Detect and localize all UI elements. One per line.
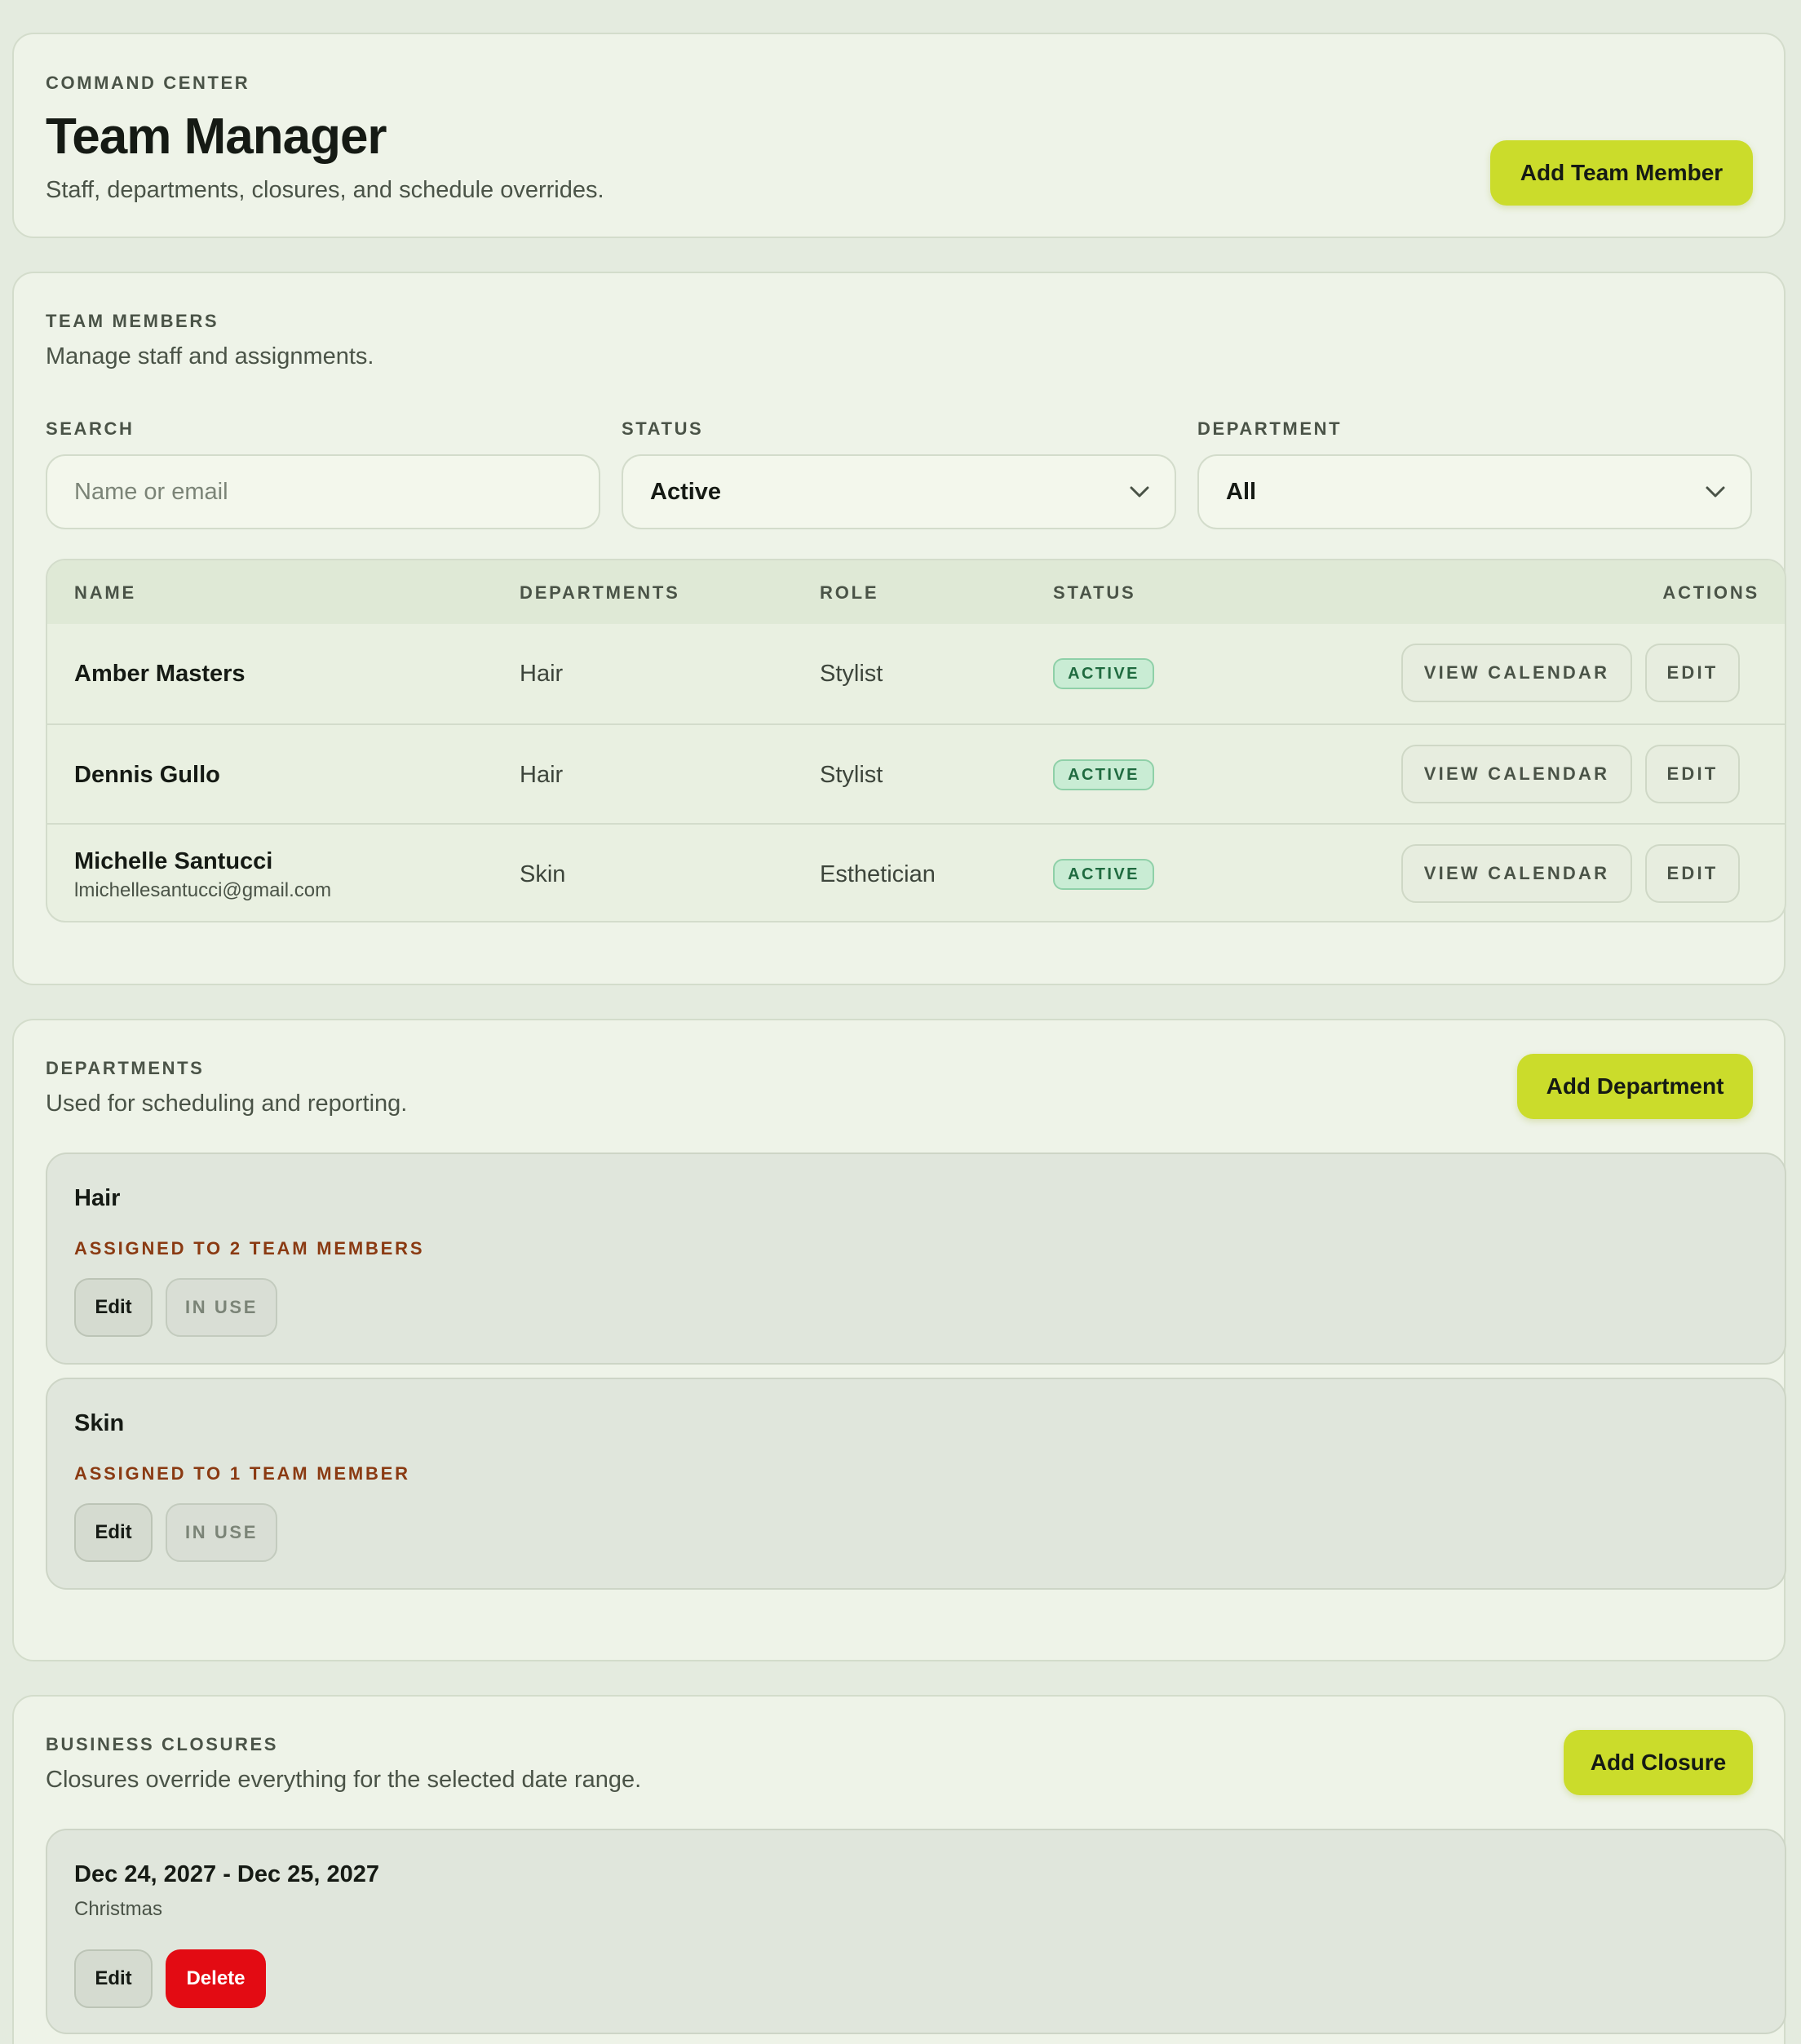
department-card: Hair ASSIGNED TO 2 TEAM MEMBERS Edit IN … (46, 1153, 1786, 1365)
in-use-button[interactable]: IN USE (166, 1278, 277, 1337)
search-input[interactable]: Name or email (46, 454, 600, 529)
view-calendar-button[interactable]: VIEW CALENDAR (1401, 844, 1632, 903)
team-members-subtitle: Manage staff and assignments. (46, 343, 374, 369)
edit-member-button[interactable]: EDIT (1645, 644, 1740, 702)
add-team-member-button[interactable]: Add Team Member (1490, 140, 1753, 206)
chevron-down-icon (1130, 486, 1149, 498)
edit-closure-button[interactable]: Edit (74, 1949, 153, 2008)
column-header-actions: ACTIONS (1662, 582, 1759, 603)
closure-date-range: Dec 24, 2027 - Dec 25, 2027 (74, 1861, 380, 1887)
status-badge: ACTIVE (1053, 759, 1154, 790)
closures-subtitle: Closures override everything for the sel… (46, 1767, 642, 1793)
department-name: Skin (74, 1410, 125, 1436)
add-department-button[interactable]: Add Department (1517, 1054, 1753, 1119)
business-closures-panel: BUSINESS CLOSURES Closures override ever… (12, 1695, 1786, 2044)
search-label: SEARCH (46, 418, 135, 439)
closures-eyebrow: BUSINESS CLOSURES (46, 1734, 279, 1754)
edit-department-button[interactable]: Edit (74, 1503, 153, 1562)
column-header-name: NAME (74, 582, 136, 603)
member-name: Michelle Santucci (74, 848, 273, 874)
member-departments: Hair (520, 762, 564, 788)
member-role: Stylist (820, 762, 883, 788)
member-email: lmichellesantucci@gmail.com (74, 879, 332, 901)
departments-eyebrow: DEPARTMENTS (46, 1058, 205, 1078)
status-select-value: Active (650, 478, 722, 505)
closure-note: Christmas (74, 1898, 163, 1920)
table-header: NAME DEPARTMENTS ROLE STATUS ACTIONS (47, 560, 1785, 624)
departments-subtitle: Used for scheduling and reporting. (46, 1091, 408, 1117)
edit-member-button[interactable]: EDIT (1645, 844, 1740, 903)
member-name: Dennis Gullo (74, 762, 220, 788)
team-members-eyebrow: TEAM MEMBERS (46, 311, 219, 331)
department-name: Hair (74, 1185, 121, 1211)
table-row: Michelle Santucci lmichellesantucci@gmai… (47, 823, 1785, 921)
member-role: Esthetician (820, 861, 936, 887)
chevron-down-icon (1706, 486, 1725, 498)
status-select[interactable]: Active (622, 454, 1176, 529)
add-closure-button[interactable]: Add Closure (1564, 1730, 1753, 1795)
table-row: Amber Masters Hair Stylist ACTIVE VIEW C… (47, 624, 1785, 723)
member-departments: Hair (520, 661, 564, 687)
column-header-role: ROLE (820, 582, 879, 603)
edit-department-button[interactable]: Edit (74, 1278, 153, 1337)
delete-closure-button[interactable]: Delete (166, 1949, 266, 2008)
team-members-table: NAME DEPARTMENTS ROLE STATUS ACTIONS Amb… (46, 559, 1786, 922)
status-filter-label: STATUS (622, 418, 704, 439)
table-row: Dennis Gullo Hair Stylist ACTIVE VIEW CA… (47, 723, 1785, 823)
column-header-departments: DEPARTMENTS (520, 582, 680, 603)
team-members-panel: TEAM MEMBERS Manage staff and assignment… (12, 272, 1786, 985)
department-card: Skin ASSIGNED TO 1 TEAM MEMBER Edit IN U… (46, 1378, 1786, 1590)
header-panel: COMMAND CENTER Team Manager Staff, depar… (12, 33, 1786, 238)
header-subtitle: Staff, departments, closures, and schedu… (46, 177, 604, 203)
department-filter-label: DEPARTMENT (1197, 418, 1343, 439)
department-assigned-count: ASSIGNED TO 1 TEAM MEMBER (74, 1463, 410, 1484)
department-assigned-count: ASSIGNED TO 2 TEAM MEMBERS (74, 1238, 425, 1259)
closure-card: Dec 24, 2027 - Dec 25, 2027 Christmas Ed… (46, 1829, 1786, 2034)
column-header-status: STATUS (1053, 582, 1136, 603)
member-name: Amber Masters (74, 661, 246, 687)
view-calendar-button[interactable]: VIEW CALENDAR (1401, 644, 1632, 702)
member-departments: Skin (520, 861, 566, 887)
view-calendar-button[interactable]: VIEW CALENDAR (1401, 745, 1632, 803)
member-role: Stylist (820, 661, 883, 687)
header-eyebrow: COMMAND CENTER (46, 73, 250, 93)
page-title: Team Manager (46, 108, 387, 165)
departments-panel: DEPARTMENTS Used for scheduling and repo… (12, 1019, 1786, 1661)
in-use-button[interactable]: IN USE (166, 1503, 277, 1562)
edit-member-button[interactable]: EDIT (1645, 745, 1740, 803)
status-badge: ACTIVE (1053, 859, 1154, 890)
status-badge: ACTIVE (1053, 658, 1154, 689)
department-select-value: All (1226, 478, 1257, 505)
department-select[interactable]: All (1197, 454, 1752, 529)
